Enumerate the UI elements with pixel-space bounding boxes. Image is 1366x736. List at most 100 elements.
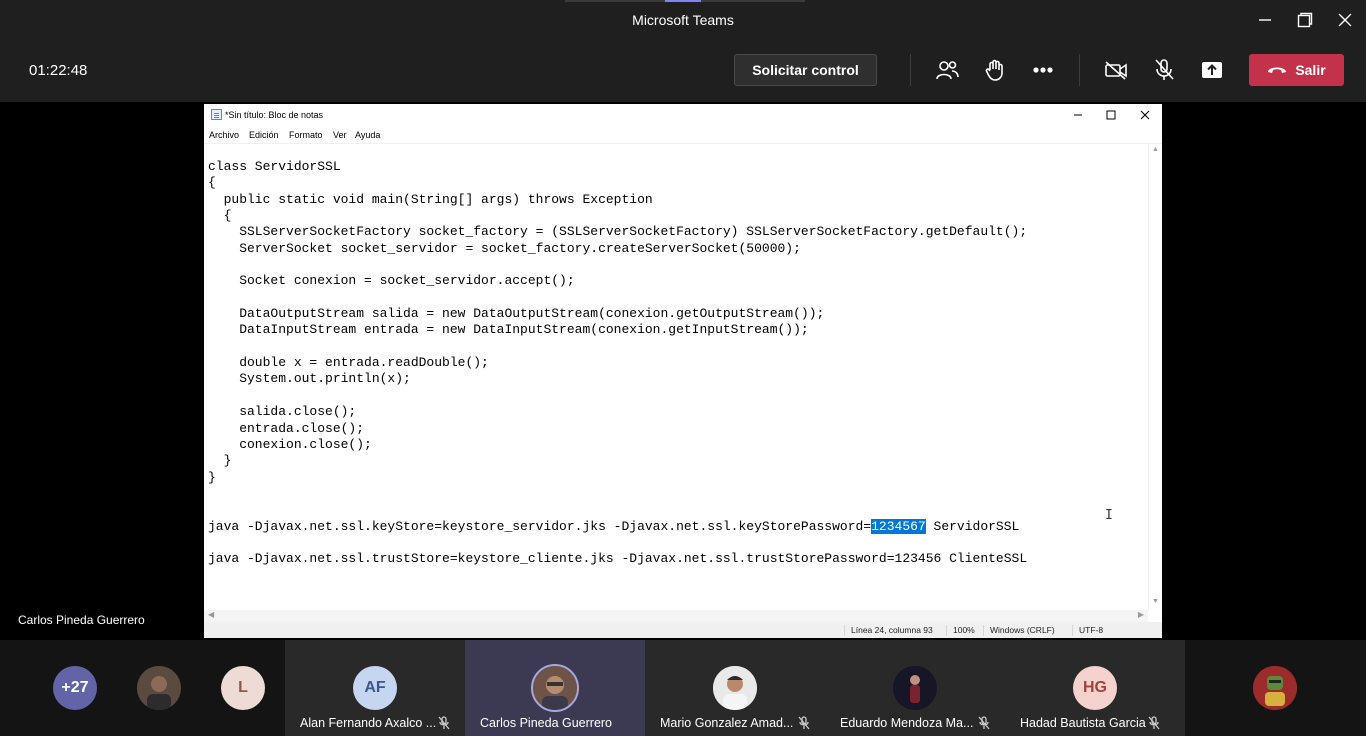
- window-title: Microsoft Teams: [632, 12, 734, 28]
- scroll-up-icon[interactable]: ▲: [1152, 146, 1159, 153]
- maximize-icon: [1106, 110, 1116, 120]
- participant-avatar-l[interactable]: L: [221, 666, 265, 710]
- mic-muted-icon: [977, 716, 991, 730]
- notepad-maximize-button[interactable]: [1101, 108, 1121, 122]
- notepad-text-area[interactable]: class ServidorSSL{ public static void ma…: [204, 144, 1148, 610]
- scroll-right-icon[interactable]: ▶: [1138, 610, 1144, 619]
- request-control-button[interactable]: Solicitar control: [734, 54, 877, 86]
- code-line: double x = entrada.readDouble();: [208, 355, 489, 371]
- camera-off-icon: [1105, 61, 1127, 80]
- people-icon: [936, 61, 959, 80]
- code-line: class ServidorSSL: [208, 159, 341, 174]
- code-line: }: [208, 469, 216, 485]
- leave-label: Salir: [1295, 62, 1326, 78]
- person-photo-icon: [713, 666, 757, 710]
- raise-hand-button[interactable]: [979, 54, 1011, 86]
- participant-name: Mario Gonzalez Amad...: [660, 716, 794, 730]
- more-icon: [1033, 67, 1053, 73]
- command-client-line: java -Djavax.net.ssl.trustStore=keystore…: [208, 551, 1028, 567]
- meeting-toolbar: 01:22:48 Solicitar control Salir: [0, 40, 1366, 102]
- mic-muted-icon: [437, 716, 451, 730]
- scroll-left-icon[interactable]: ◀: [208, 610, 214, 619]
- notepad-close-button[interactable]: [1135, 108, 1155, 122]
- code-block: class ServidorSSL{ public static void ma…: [208, 159, 1148, 519]
- hang-up-icon: [1268, 67, 1287, 73]
- microphone-toggle-button[interactable]: [1148, 54, 1180, 86]
- notepad-icon: [211, 109, 222, 120]
- menu-ayuda[interactable]: Ayuda: [355, 130, 380, 140]
- status-encoding: UTF-8: [1072, 625, 1103, 636]
- code-line: SSLServerSocketFactory socket_factory = …: [208, 224, 1028, 240]
- restore-icon: [1297, 12, 1313, 28]
- code-line: entrada.close();: [208, 420, 365, 436]
- code-line: }: [208, 453, 232, 469]
- vertical-scrollbar[interactable]: ▲ ▼: [1148, 144, 1162, 610]
- mic-muted-icon: [1147, 716, 1161, 730]
- share-screen-button[interactable]: [1196, 54, 1228, 86]
- notepad-minimize-button[interactable]: [1068, 108, 1088, 122]
- person-photo-icon: [533, 666, 577, 710]
- mic-off-icon: [1155, 59, 1174, 80]
- menu-formato[interactable]: Formato: [289, 130, 323, 140]
- status-line-endings: Windows (CRLF): [983, 625, 1055, 636]
- camera-toggle-button[interactable]: [1100, 54, 1132, 86]
- participants-button[interactable]: [931, 54, 963, 86]
- participant-name: Hadad Bautista Garcia: [1020, 716, 1146, 730]
- shared-screen-stage: *Sin título: Bloc de notas Archivo Edici…: [0, 102, 1366, 640]
- participant-avatar[interactable]: [137, 666, 181, 710]
- participant-name: Eduardo Mendoza Ma...: [840, 716, 974, 730]
- code-line: conexion.close();: [208, 436, 372, 452]
- participant-tile[interactable]: HG Hadad Bautista Garcia: [1005, 640, 1185, 736]
- title-accent-highlight: [665, 0, 701, 2]
- hand-icon: [985, 59, 1003, 81]
- scroll-down-icon[interactable]: ▼: [1152, 598, 1159, 605]
- participants-bar: +27 L AF Alan Fernando Axalco ... Carlos…: [0, 640, 1366, 736]
- command-server-line: java -Djavax.net.ssl.keyStore=keystore_s…: [208, 518, 1020, 534]
- code-line: public static void main(String[] args) t…: [208, 191, 653, 207]
- participant-avatar: [713, 666, 757, 710]
- status-zoom: 100%: [946, 625, 975, 636]
- code-line: {: [208, 175, 216, 191]
- code-line: DataOutputStream salida = new DataOutput…: [208, 306, 825, 322]
- participant-avatar: AF: [353, 666, 397, 710]
- close-icon: [1140, 110, 1150, 120]
- leave-meeting-button[interactable]: Salir: [1249, 54, 1344, 86]
- notepad-status-bar: Línea 24, columna 93 100% Windows (CRLF)…: [204, 622, 1162, 638]
- title-bar: Microsoft Teams: [0, 0, 1366, 40]
- close-icon: [1338, 13, 1352, 27]
- notepad-window: *Sin título: Bloc de notas Archivo Edici…: [204, 104, 1162, 638]
- restore-button[interactable]: [1285, 6, 1325, 34]
- close-window-button[interactable]: [1325, 6, 1365, 34]
- participant-tile[interactable]: Mario Gonzalez Amad...: [645, 640, 825, 736]
- participant-tile[interactable]: Eduardo Mendoza Ma...: [825, 640, 1005, 736]
- notepad-title-bar: *Sin título: Bloc de notas: [204, 104, 1162, 126]
- participant-avatar: [893, 666, 937, 710]
- more-participants-button[interactable]: +27: [53, 666, 97, 710]
- selected-text: 1234567: [871, 518, 926, 534]
- horizontal-scrollbar[interactable]: ◀ ▶: [204, 610, 1148, 622]
- code-line: Socket conexion = socket_servidor.accept…: [208, 273, 575, 289]
- more-actions-button[interactable]: [1027, 54, 1059, 86]
- code-line: salida.close();: [208, 404, 357, 420]
- participant-name: Alan Fernando Axalco ...: [300, 716, 437, 730]
- participant-name: Carlos Pineda Guerrero: [480, 716, 613, 730]
- participant-avatar: [531, 664, 579, 712]
- menu-ver[interactable]: Ver: [333, 130, 347, 140]
- code-line: System.out.println(x);: [208, 371, 411, 387]
- menu-edicion[interactable]: Edición: [249, 130, 279, 140]
- code-line: ServerSocket socket_servidor = socket_fa…: [208, 240, 801, 256]
- participant-tile[interactable]: AF Alan Fernando Axalco ...: [285, 640, 465, 736]
- meeting-timer: 01:22:48: [29, 62, 88, 79]
- minimize-button[interactable]: [1245, 6, 1285, 34]
- menu-archivo[interactable]: Archivo: [209, 130, 239, 140]
- minimize-icon: [1259, 19, 1271, 21]
- participant-tile-active-speaker[interactable]: Carlos Pineda Guerrero: [465, 640, 645, 736]
- toolbar-divider: [910, 54, 911, 86]
- participant-avatar[interactable]: [1253, 666, 1297, 710]
- cartoon-avatar-icon: [1253, 666, 1297, 710]
